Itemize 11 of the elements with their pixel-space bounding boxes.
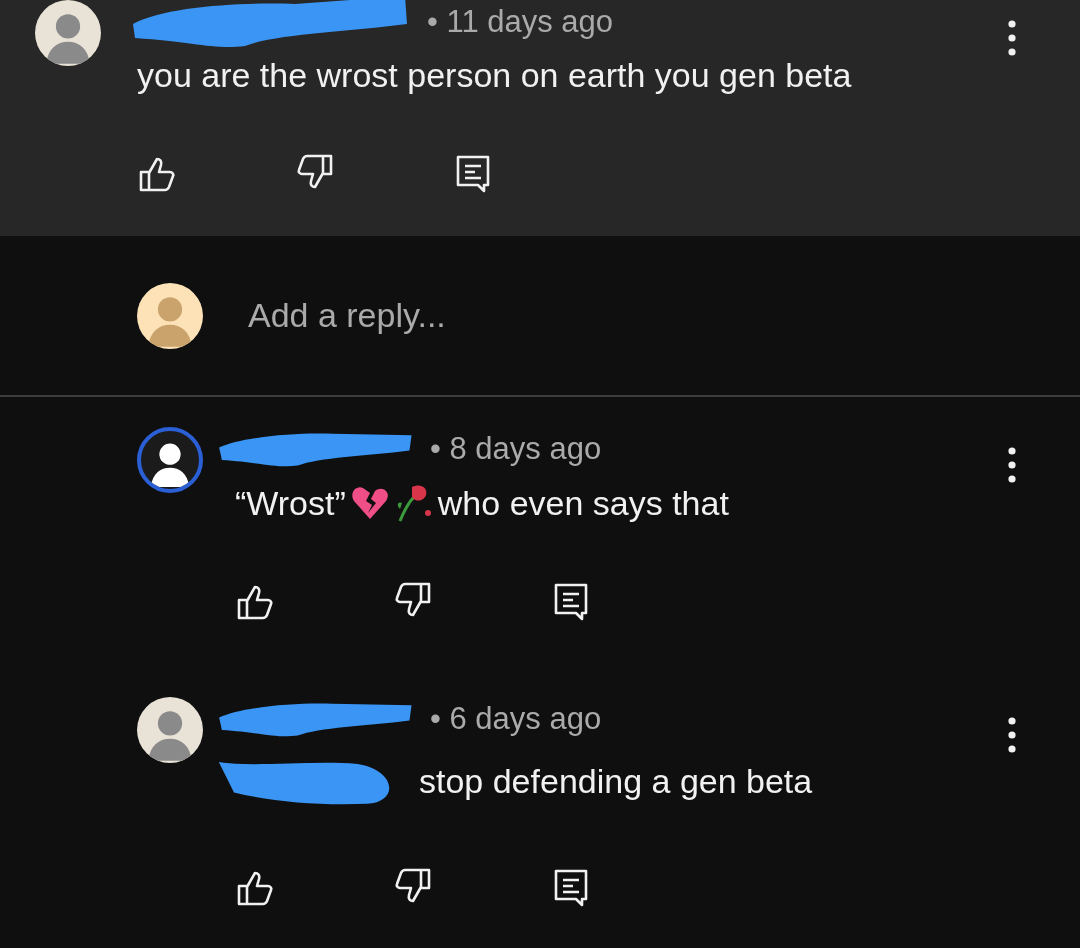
- comment-date: • 11 days ago: [427, 4, 614, 40]
- more-options-icon[interactable]: [1007, 445, 1017, 485]
- comment-text: “Wrost”: [235, 483, 346, 523]
- more-options-icon[interactable]: [1007, 18, 1017, 58]
- comment-text: you are the wrost person on earth you gen beta: [137, 56, 852, 95]
- comment-text: stop defending a gen beta: [419, 761, 813, 801]
- comment-date: • 6 days ago: [430, 701, 602, 737]
- more-options-icon[interactable]: [1007, 715, 1017, 755]
- reply-input-field[interactable]: Add a reply...: [248, 296, 848, 335]
- comment-text: who even says that: [437, 483, 729, 523]
- comment-date: • 8 days ago: [430, 431, 602, 467]
